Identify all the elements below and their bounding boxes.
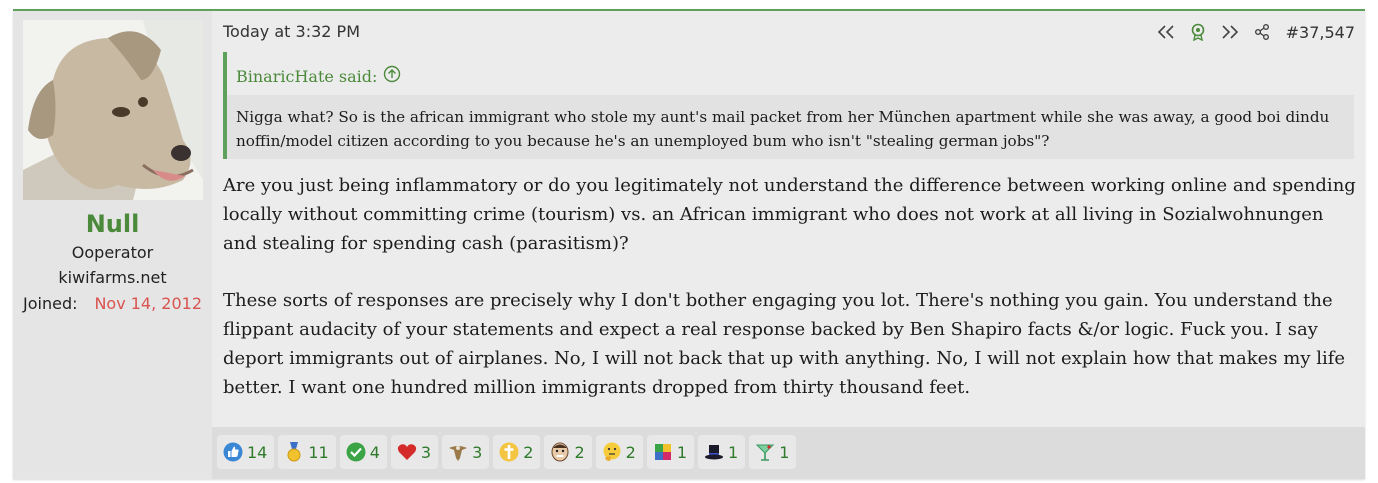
arrow-up-circle-icon[interactable] (383, 65, 401, 87)
post-actions: #37,547 (1156, 22, 1355, 42)
eagle-icon (448, 442, 468, 462)
quote-block: BinaricHate said: Nigga what? So is the … (223, 52, 1354, 159)
reaction-count: 1 (728, 442, 739, 462)
quote-header[interactable]: BinaricHate said: (236, 65, 401, 87)
post: Null Ooperator kiwifarms.net Joined: Nov… (13, 9, 1365, 479)
reaction-thumbs-up[interactable]: 14 (217, 435, 275, 469)
post-timestamp[interactable]: Today at 3:32 PM (223, 22, 360, 41)
username[interactable]: Null (13, 210, 212, 238)
reaction-count: 2 (523, 442, 534, 462)
fast-forward-icon[interactable] (1220, 22, 1240, 42)
reaction-bar: 14 11 4 3 3 2 2 2 1 1 1 (212, 427, 1365, 479)
post-number-link[interactable]: #37,547 (1286, 23, 1355, 42)
reaction-thinking[interactable]: 2 (595, 435, 643, 469)
face-icon (550, 442, 570, 462)
reaction-count: 4 (369, 442, 380, 462)
reaction-count: 2 (574, 442, 585, 462)
reaction-cocktail[interactable]: 1 (749, 435, 797, 469)
post-content: Are you just being inflammatory or do yo… (223, 172, 1358, 431)
award-icon[interactable] (1188, 22, 1208, 42)
share-icon[interactable] (1252, 22, 1272, 42)
thumbs-up-icon (223, 442, 243, 462)
heart-icon (397, 442, 417, 462)
puzzle-icon (653, 442, 673, 462)
reaction-medal[interactable]: 11 (278, 435, 336, 469)
reaction-top-hat[interactable]: 1 (698, 435, 746, 469)
reaction-eagle[interactable]: 3 (442, 435, 490, 469)
cocktail-icon (755, 442, 775, 462)
reaction-count: 14 (247, 442, 268, 462)
joined-label: Joined: (23, 294, 78, 313)
reaction-count: 1 (779, 442, 790, 462)
post-paragraph: These sorts of responses are precisely w… (223, 290, 1346, 398)
rewind-icon[interactable] (1156, 22, 1176, 42)
check-icon (346, 442, 366, 462)
cross-icon (499, 442, 519, 462)
dog-avatar-image (23, 20, 203, 200)
reaction-heart[interactable]: 3 (390, 435, 439, 469)
reaction-count: 1 (676, 442, 688, 462)
reaction-count: 2 (625, 442, 636, 462)
reaction-count: 3 (420, 442, 432, 462)
thinking-icon (602, 442, 622, 462)
user-title: Ooperator (71, 243, 154, 262)
quote-text: Nigga what? So is the african immigrant … (227, 95, 1354, 159)
reaction-face[interactable]: 2 (544, 435, 592, 469)
reaction-cross[interactable]: 2 (493, 435, 541, 469)
reaction-count: 3 (472, 442, 483, 462)
avatar[interactable] (23, 20, 203, 200)
reaction-puzzle[interactable]: 1 (646, 435, 695, 469)
post-main: Today at 3:32 PM #37,547 BinaricHate sai… (212, 11, 1365, 479)
joined-date: Nov 14, 2012 (94, 294, 202, 313)
reaction-check[interactable]: 4 (339, 435, 387, 469)
top-hat-icon (704, 442, 724, 462)
user-site: kiwifarms.net (58, 268, 167, 287)
reaction-count: 11 (308, 442, 329, 462)
user-sidebar: Null Ooperator kiwifarms.net Joined: Nov… (13, 11, 212, 479)
post-paragraph: Are you just being inflammatory or do yo… (223, 175, 1356, 254)
medal-icon (284, 442, 304, 462)
quote-author[interactable]: BinaricHate said: (236, 67, 377, 86)
